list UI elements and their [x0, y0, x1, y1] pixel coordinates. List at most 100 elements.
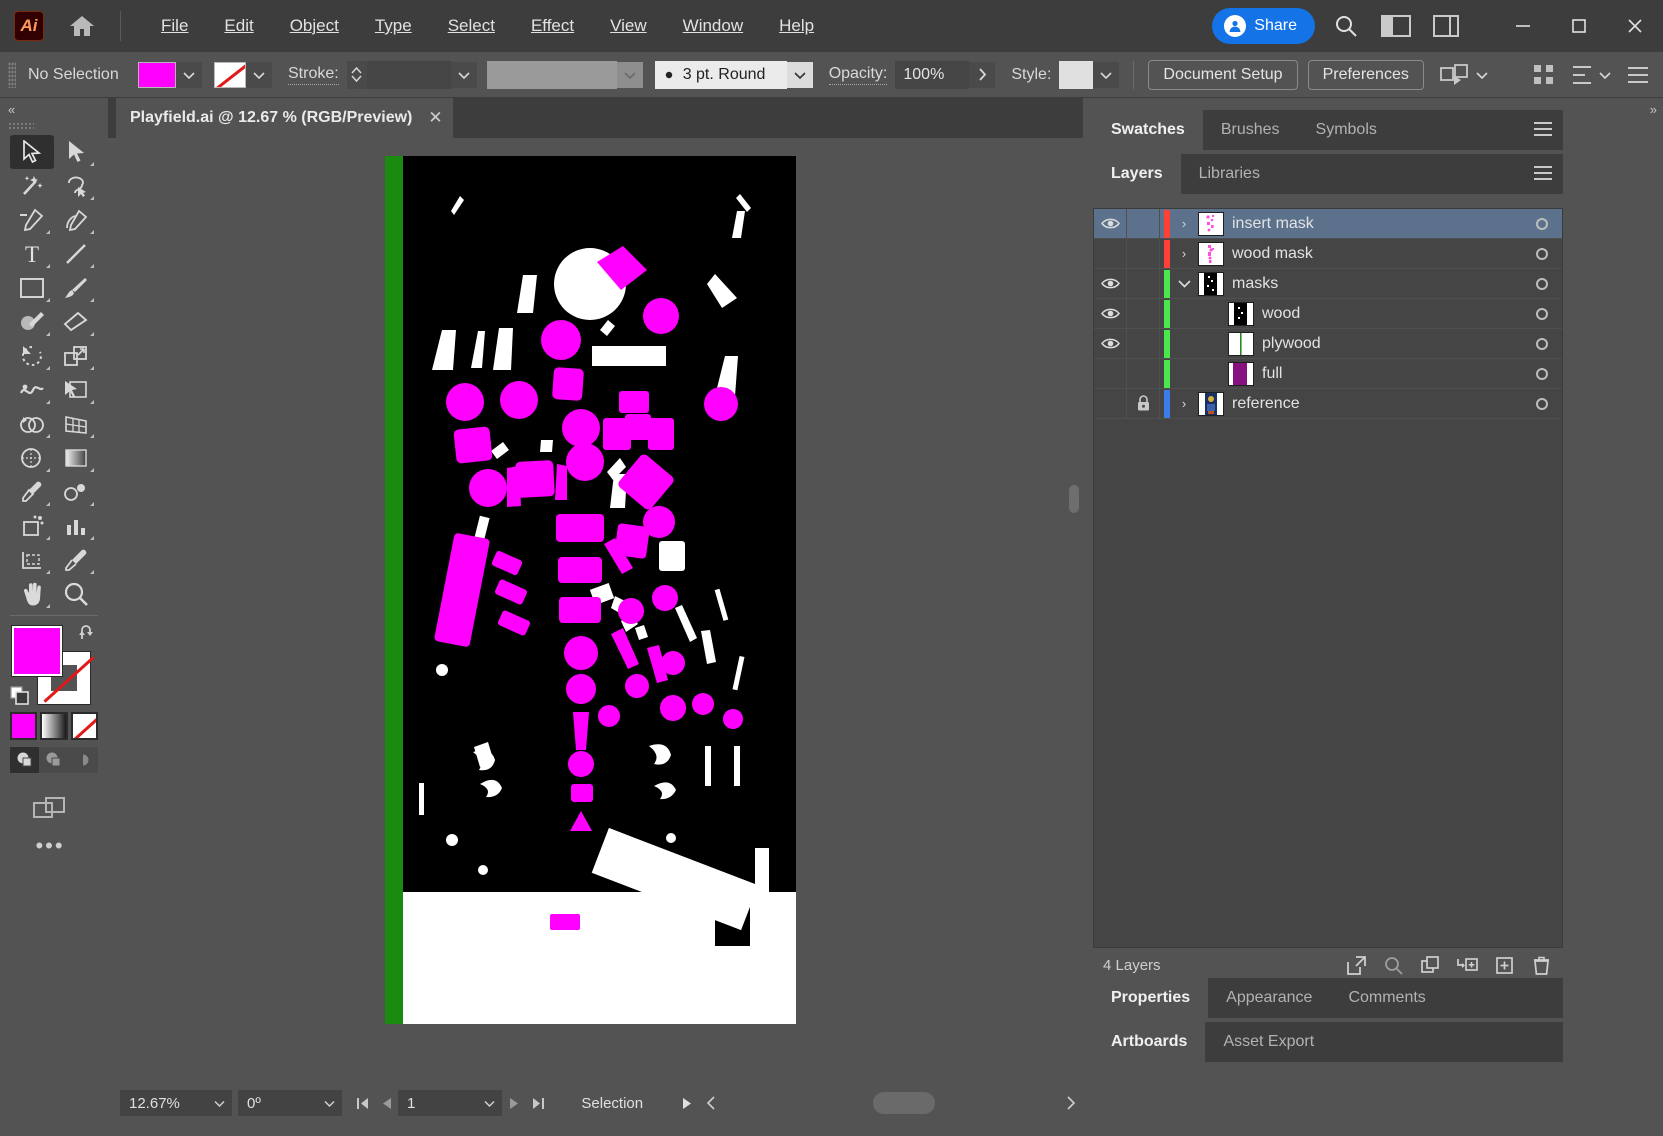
draw-inside-icon[interactable] [68, 747, 97, 773]
layer-name[interactable]: reference [1232, 395, 1300, 413]
layer-target-indicator[interactable] [1522, 397, 1562, 410]
document-setup-button[interactable]: Document Setup [1148, 59, 1298, 90]
gradient-mode-icon[interactable] [40, 712, 68, 740]
layer-visibility-toggle[interactable] [1094, 277, 1126, 290]
stroke-color-swatch[interactable] [214, 61, 246, 88]
toolbar-grip[interactable] [8, 122, 34, 129]
layer-row-plywood[interactable]: plywood [1094, 328, 1562, 359]
direct-selection-tool[interactable] [54, 135, 98, 169]
panel-menu-icon[interactable] [1533, 121, 1553, 137]
column-graph-tool[interactable] [54, 509, 98, 543]
toolbar-collapse-button[interactable]: « [0, 98, 108, 120]
layer-name[interactable]: plywood [1262, 335, 1321, 353]
fill-color-swatch[interactable] [138, 61, 176, 88]
line-segment-tool[interactable] [54, 237, 98, 271]
free-transform-tool[interactable] [54, 373, 98, 407]
layer-expand-arrow-collapsed[interactable]: › [1170, 216, 1198, 231]
artboard-number-dropdown[interactable] [476, 1090, 502, 1116]
shaper-tool[interactable] [10, 305, 54, 339]
layer-row-insert-mask[interactable]: › insert mask [1094, 208, 1562, 239]
lasso-tool[interactable] [54, 169, 98, 203]
tab-appearance[interactable]: Appearance [1208, 978, 1330, 1018]
symbol-sprayer-tool[interactable] [10, 509, 54, 543]
tab-layers[interactable]: Layers [1093, 154, 1181, 194]
style-swatch[interactable] [1059, 60, 1094, 89]
rotate-tool[interactable] [10, 339, 54, 373]
draw-behind-icon[interactable] [39, 747, 68, 773]
layer-name[interactable]: wood mask [1232, 245, 1313, 263]
last-artboard-icon[interactable] [526, 1090, 550, 1116]
stroke-dropdown[interactable] [246, 61, 272, 88]
default-fill-stroke-icon[interactable] [10, 686, 30, 706]
search-icon[interactable] [1329, 10, 1363, 42]
tab-symbols[interactable]: Symbols [1298, 110, 1395, 150]
dock-collapse-icon[interactable]: » [1650, 102, 1657, 117]
release-to-layers-icon[interactable] [1344, 953, 1368, 977]
close-button[interactable] [1607, 0, 1663, 52]
color-mode-icon[interactable] [10, 712, 38, 740]
scroll-left-icon[interactable] [699, 1090, 723, 1116]
tab-artboards[interactable]: Artboards [1093, 1022, 1206, 1062]
width-tool[interactable] [10, 373, 54, 407]
minimize-button[interactable] [1495, 0, 1551, 52]
stroke-weight-stepper[interactable] [346, 60, 367, 89]
home-icon[interactable] [66, 11, 98, 41]
layer-row-wood-mask[interactable]: › wood mask [1094, 238, 1562, 269]
first-artboard-icon[interactable] [350, 1090, 374, 1116]
menu-select[interactable]: Select [430, 10, 513, 42]
eraser-tool[interactable] [54, 305, 98, 339]
create-new-layer-icon[interactable] [1455, 953, 1479, 977]
rotation-dropdown[interactable] [316, 1090, 342, 1116]
stroke-profile-dropdown[interactable] [616, 61, 643, 88]
layer-name[interactable]: full [1262, 365, 1282, 383]
tab-swatches[interactable]: Swatches [1093, 110, 1203, 150]
layer-row-wood[interactable]: wood [1094, 298, 1562, 329]
zoom-tool[interactable] [54, 577, 98, 611]
menu-window[interactable]: Window [665, 10, 761, 42]
opacity-expand-arrow[interactable] [969, 61, 996, 88]
scale-tool[interactable] [54, 339, 98, 373]
scroll-right-icon[interactable] [1059, 1090, 1083, 1116]
add-layer-icon[interactable] [1492, 953, 1516, 977]
eyedropper-tool[interactable] [10, 475, 54, 509]
layer-visibility-toggle[interactable] [1094, 217, 1126, 230]
hand-tool[interactable] [10, 577, 54, 611]
perspective-grid-tool[interactable] [54, 407, 98, 441]
style-dropdown[interactable] [1093, 61, 1120, 88]
brush-definition-input[interactable]: 3 pt. Round [654, 60, 787, 89]
stroke-weight-dropdown[interactable] [450, 61, 477, 88]
layer-lock-toggle[interactable] [1127, 395, 1159, 412]
create-sublayer-icon[interactable] [1418, 953, 1442, 977]
zoom-level-dropdown[interactable] [206, 1090, 232, 1116]
menu-object[interactable]: Object [272, 10, 357, 42]
artboard-tool[interactable] [10, 543, 54, 577]
panel-options-icon[interactable] [1627, 66, 1649, 84]
previous-artboard-icon[interactable] [374, 1090, 398, 1116]
transform-icon[interactable] [1571, 64, 1611, 86]
align-objects-icon[interactable] [1439, 63, 1488, 86]
artboard-number-input[interactable]: 1 [398, 1090, 476, 1116]
layer-expand-arrow-collapsed[interactable]: › [1170, 396, 1198, 411]
layer-expand-arrow-expanded[interactable] [1170, 279, 1198, 288]
none-mode-icon[interactable] [70, 712, 98, 740]
gradient-tool[interactable] [54, 441, 98, 475]
type-tool[interactable]: T [10, 237, 54, 271]
paintbrush-tool[interactable] [54, 271, 98, 305]
shape-builder-tool[interactable] [10, 407, 54, 441]
blend-tool[interactable] [54, 475, 98, 509]
curvature-tool[interactable] [54, 203, 98, 237]
artboard-playfield[interactable] [385, 156, 796, 1024]
menu-file[interactable]: File [143, 10, 206, 42]
document-tab[interactable]: Playfield.ai @ 12.67 % (RGB/Preview) ✕ [116, 98, 453, 138]
layer-row-masks[interactable]: masks [1094, 268, 1562, 299]
tab-libraries[interactable]: Libraries [1181, 154, 1278, 194]
panel-menu-icon[interactable] [1533, 165, 1553, 181]
magic-wand-tool[interactable] [10, 169, 54, 203]
layer-target-indicator[interactable] [1522, 307, 1562, 320]
layer-name[interactable]: masks [1232, 275, 1278, 293]
pen-tool[interactable] [10, 203, 54, 237]
zoom-level-input[interactable]: 12.67% [120, 1090, 206, 1116]
preferences-button[interactable]: Preferences [1307, 59, 1424, 90]
status-menu-icon[interactable] [675, 1090, 699, 1116]
rotation-input[interactable]: 0º [238, 1090, 316, 1116]
